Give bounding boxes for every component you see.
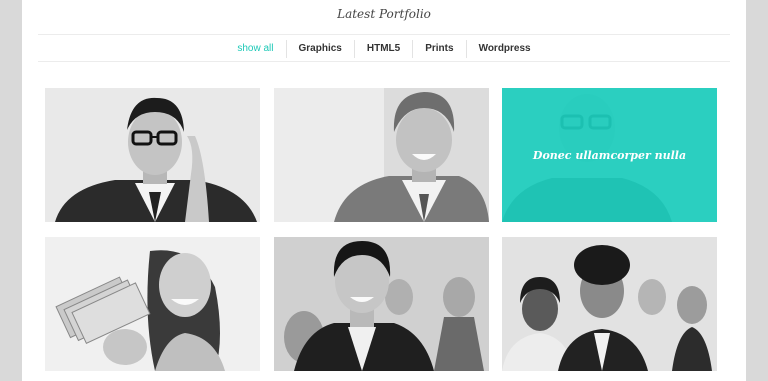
portfolio-item-man-glasses[interactable] (45, 88, 260, 222)
filter-graphics[interactable]: Graphics (285, 40, 354, 58)
filter-prints[interactable]: Prints (412, 40, 465, 58)
portfolio-item-smiling-man[interactable] (274, 88, 489, 222)
section-title: Latest Portfolio (337, 7, 431, 21)
diverse-team-photo (502, 237, 717, 371)
portfolio-section: Latest Portfolio show all Graphics HTML5… (22, 0, 746, 381)
woman-holding-money-photo (45, 237, 260, 371)
portfolio-filter-nav: show all Graphics HTML5 Prints Wordpress (22, 40, 746, 58)
filter-show-all[interactable]: show all (225, 40, 285, 58)
portfolio-item-woman-money[interactable] (45, 237, 260, 371)
portfolio-item-hover[interactable]: Donec ullamcorper nulla (502, 88, 717, 222)
filter-wordpress[interactable]: Wordpress (465, 40, 543, 58)
man-with-glasses-photo (45, 88, 260, 222)
filter-html5[interactable]: HTML5 (353, 40, 412, 58)
portfolio-item-diverse-team[interactable] (502, 237, 717, 371)
divider (38, 34, 730, 35)
divider (38, 61, 730, 62)
portfolio-item-overlay[interactable]: Donec ullamcorper nulla (502, 88, 717, 222)
portfolio-item-caption: Donec ullamcorper nulla (532, 148, 687, 162)
portfolio-item-team-man[interactable] (274, 237, 489, 371)
smiling-businessman-photo (274, 88, 489, 222)
businessman-team-photo (274, 237, 489, 371)
